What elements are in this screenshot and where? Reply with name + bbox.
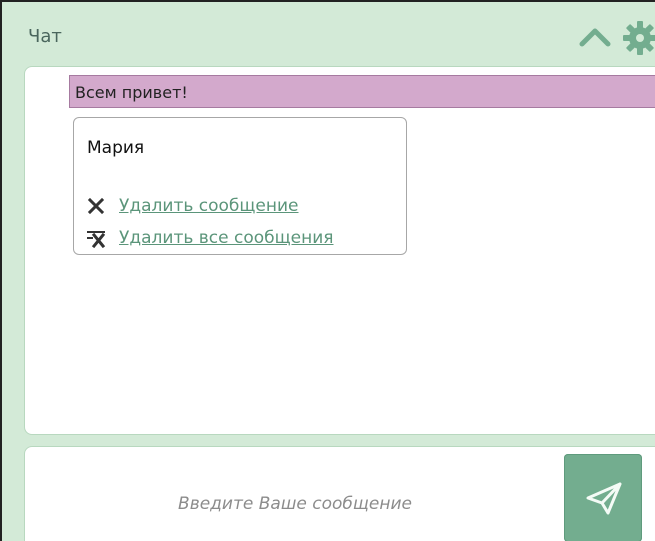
chat-widget: Чат Всем привет! Мария Удалить сообщение… [0,0,655,541]
chat-header: Чат [2,2,655,62]
collapse-button[interactable] [578,21,612,51]
send-icon [586,482,622,515]
message-input[interactable] [43,465,547,541]
delete-all-messages-link[interactable]: Удалить все сообщения [119,228,334,248]
menu-username: Мария [87,138,145,158]
message-context-menu: Мария Удалить сообщение Удалить все сооб… [73,117,407,255]
message-input-panel [24,446,655,541]
send-button[interactable] [564,454,642,541]
delete-all-messages-item[interactable]: Удалить все сообщения [85,226,385,250]
message-row[interactable]: Всем привет! [69,75,655,108]
delete-all-icon [85,228,107,248]
close-icon [85,196,107,216]
delete-message-link[interactable]: Удалить сообщение [119,196,299,216]
chat-title: Чат [28,26,62,47]
settings-button[interactable] [622,20,655,56]
messages-panel: Всем привет! Мария Удалить сообщение Уда… [24,66,655,435]
chevron-up-icon [579,28,611,47]
delete-message-item[interactable]: Удалить сообщение [85,194,365,218]
gear-icon [623,21,655,55]
message-text: Всем привет! [75,83,188,102]
